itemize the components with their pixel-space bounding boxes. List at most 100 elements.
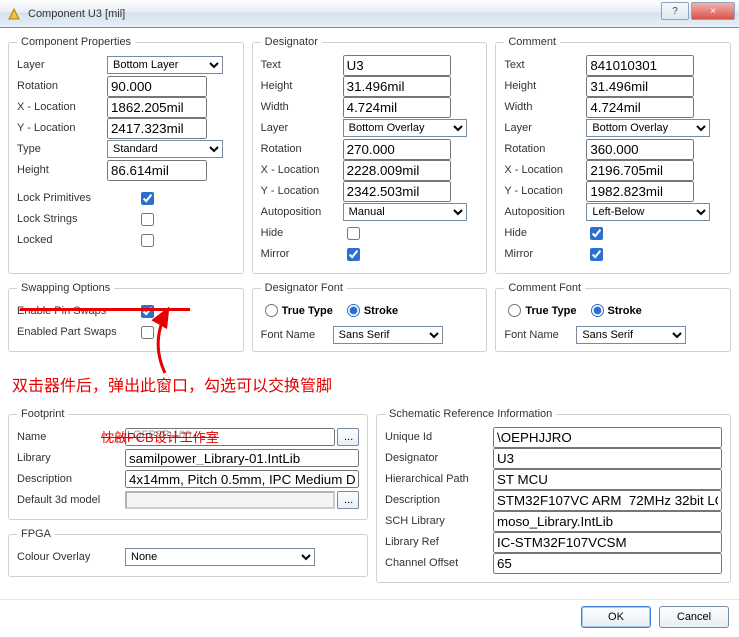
designator-group: Designator Text Height Width Layer Botto… xyxy=(252,36,488,274)
enable-pin-swaps-checkbox[interactable] xyxy=(141,305,154,318)
comm-text-input[interactable] xyxy=(586,55,694,76)
des-hide-label: Hide xyxy=(261,227,343,239)
des-layer-select[interactable]: Bottom Overlay xyxy=(343,119,467,137)
fp-name-input[interactable] xyxy=(125,428,335,446)
uniqueid-input[interactable] xyxy=(493,427,722,448)
xloc-label: X - Location xyxy=(17,101,107,113)
fpga-group: FPGA Colour Overlay None xyxy=(8,528,368,577)
des-text-input[interactable] xyxy=(343,55,451,76)
des-xloc-input[interactable] xyxy=(343,160,451,181)
schref-description-input[interactable] xyxy=(493,490,722,511)
ok-button[interactable]: OK xyxy=(581,606,651,628)
lock-strings-label: Lock Strings xyxy=(17,213,137,225)
commfont-fontname-select[interactable]: Sans Serif xyxy=(576,326,686,344)
rotation-input[interactable] xyxy=(107,76,207,97)
des-text-label: Text xyxy=(261,59,343,71)
des-rotation-input[interactable] xyxy=(343,139,451,160)
desfont-truetype-radio[interactable] xyxy=(265,304,278,317)
desfont-fontname-select[interactable]: Sans Serif xyxy=(333,326,443,344)
comm-mirror-checkbox[interactable] xyxy=(590,248,603,261)
hierpath-input[interactable] xyxy=(493,469,722,490)
comm-layer-label: Layer xyxy=(504,122,586,134)
fp-library-input[interactable] xyxy=(125,449,359,467)
des-yloc-input[interactable] xyxy=(343,181,451,202)
window-title: Component U3 [mil] xyxy=(28,8,125,20)
comment-font-legend: Comment Font xyxy=(504,282,585,294)
comm-hide-checkbox[interactable] xyxy=(590,227,603,240)
comm-autopos-select[interactable]: Left-Below xyxy=(586,203,710,221)
height-input[interactable] xyxy=(107,160,207,181)
xloc-input[interactable] xyxy=(107,97,207,118)
commfont-truetype-radio-label[interactable]: True Type xyxy=(508,304,576,317)
fp-description-label: Description xyxy=(17,473,125,485)
close-button[interactable]: × xyxy=(691,2,735,20)
fp-description-input[interactable] xyxy=(125,470,359,488)
desfont-fontname-label: Font Name xyxy=(261,329,333,341)
comm-height-input[interactable] xyxy=(586,76,694,97)
des-xloc-label: X - Location xyxy=(261,164,343,176)
comm-layer-select[interactable]: Bottom Overlay xyxy=(586,119,710,137)
uniqueid-label: Unique Id xyxy=(385,431,493,443)
channeloffset-input[interactable] xyxy=(493,553,722,574)
layer-select[interactable]: Bottom Layer xyxy=(107,56,223,74)
comm-width-label: Width xyxy=(504,101,586,113)
fp-default3d-browse-button[interactable]: ... xyxy=(337,491,359,509)
des-mirror-checkbox[interactable] xyxy=(347,248,360,261)
fpga-legend: FPGA xyxy=(17,528,55,540)
des-layer-label: Layer xyxy=(261,122,343,134)
fp-name-browse-button[interactable]: ... xyxy=(337,428,359,446)
des-hide-checkbox[interactable] xyxy=(347,227,360,240)
des-width-input[interactable] xyxy=(343,97,451,118)
comment-font-group: Comment Font True Type Stroke Font Name … xyxy=(495,282,731,352)
schref-legend: Schematic Reference Information xyxy=(385,408,556,420)
cancel-button[interactable]: Cancel xyxy=(659,606,729,628)
footprint-group: Footprint Name 忱啟PCB设计工作室 LQFP8P-100 ...… xyxy=(8,408,368,520)
comm-xloc-input[interactable] xyxy=(586,160,694,181)
comment-group: Comment Text Height Width Layer Bottom O… xyxy=(495,36,731,274)
enabled-part-swaps-checkbox[interactable] xyxy=(141,326,154,339)
component-properties-legend: Component Properties xyxy=(17,36,135,48)
designator-font-legend: Designator Font xyxy=(261,282,347,294)
comm-mirror-label: Mirror xyxy=(504,248,586,260)
locked-checkbox[interactable] xyxy=(141,234,154,247)
lock-primitives-checkbox[interactable] xyxy=(141,192,154,205)
des-autopos-label: Autoposition xyxy=(261,206,343,218)
schlib-input[interactable] xyxy=(493,511,722,532)
locked-label: Locked xyxy=(17,234,137,246)
type-label: Type xyxy=(17,143,107,155)
desfont-stroke-radio-label[interactable]: Stroke xyxy=(347,304,398,317)
comm-hide-label: Hide xyxy=(504,227,586,239)
libref-input[interactable] xyxy=(493,532,722,553)
comm-yloc-input[interactable] xyxy=(586,181,694,202)
desfont-stroke-radio[interactable] xyxy=(347,304,360,317)
comm-rotation-input[interactable] xyxy=(586,139,694,160)
comm-width-input[interactable] xyxy=(586,97,694,118)
colour-overlay-select[interactable]: None xyxy=(125,548,315,566)
app-icon xyxy=(6,6,22,22)
titlebar: Component U3 [mil] ? × xyxy=(0,0,739,28)
swapping-options-group: Swapping Options Enable Pin Swaps Enable… xyxy=(8,282,244,352)
lock-strings-checkbox[interactable] xyxy=(141,213,154,226)
des-height-input[interactable] xyxy=(343,76,451,97)
desfont-truetype-radio-label[interactable]: True Type xyxy=(265,304,333,317)
fp-default3d-label: Default 3d model xyxy=(17,494,125,506)
channeloffset-label: Channel Offset xyxy=(385,557,493,569)
commfont-truetype-radio[interactable] xyxy=(508,304,521,317)
commfont-stroke-radio-label[interactable]: Stroke xyxy=(591,304,642,317)
commfont-stroke-radio[interactable] xyxy=(591,304,604,317)
schlib-label: SCH Library xyxy=(385,515,493,527)
yloc-input[interactable] xyxy=(107,118,207,139)
type-select[interactable]: Standard xyxy=(107,140,223,158)
height-label: Height xyxy=(17,164,107,176)
des-rotation-label: Rotation xyxy=(261,143,343,155)
help-button[interactable]: ? xyxy=(661,2,689,20)
enable-pin-swaps-label: Enable Pin Swaps xyxy=(17,305,137,317)
des-autopos-select[interactable]: Manual xyxy=(343,203,467,221)
hierpath-label: Hierarchical Path xyxy=(385,473,493,485)
des-yloc-label: Y - Location xyxy=(261,185,343,197)
schref-designator-input[interactable] xyxy=(493,448,722,469)
schref-designator-label: Designator xyxy=(385,452,493,464)
yloc-label: Y - Location xyxy=(17,122,107,134)
des-width-label: Width xyxy=(261,101,343,113)
comm-yloc-label: Y - Location xyxy=(504,185,586,197)
